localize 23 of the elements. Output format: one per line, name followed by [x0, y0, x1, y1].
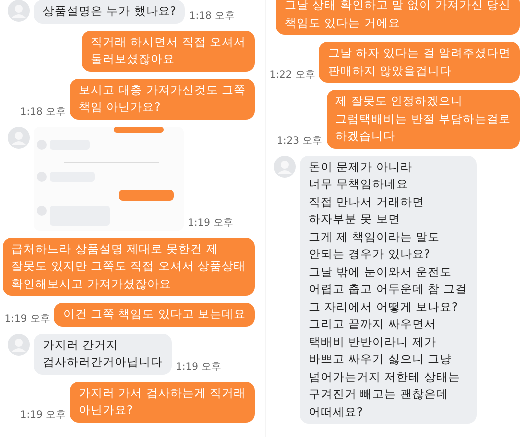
message-bubble: 직거래 하시면서 직접 오셔서 둘러보셨잖아요 — [82, 30, 255, 72]
avatar-icon — [274, 156, 296, 178]
message-bubble: 그날 하자 있다는 걸 알려주셨다면 판매하지 않았을겁니다 — [319, 42, 520, 83]
message-time: 1:19 오후 — [176, 360, 222, 374]
message-time: 1:22 오후 — [270, 69, 316, 83]
message-bubble: 보시고 대충 가져가신것도 그쪽 책임 아닌가요? — [70, 78, 255, 120]
message-time: 1:19 오후 — [188, 216, 234, 230]
message-bubble: 상품설명은 누가 했나요? — [34, 0, 186, 24]
message-bubble: 급처하느라 상품설명 제대로 못한건 제 잘못도 있지만 그쪽도 직접 오셔서 상품상태 확인해보시고 가져가셨잖아요 — [2, 238, 255, 296]
avatar-icon — [8, 334, 30, 356]
message-bubble: 가지러 간거지 검사하러간거아닙니다 — [34, 334, 172, 374]
message-bubble: 가지러 가서 검사하는게 직거래 아닌가요? — [70, 382, 255, 422]
message-time: 1:18 오후 — [189, 10, 236, 24]
message-bubble: 이건 그쪽 책임도 있다고 보는데요 — [54, 303, 255, 326]
message-time: 1:19 오후 — [20, 408, 66, 422]
message-time: 1:23 오후 — [277, 134, 323, 148]
message-time: 1:18 오후 — [20, 106, 66, 120]
message-time: 1:19 오후 — [4, 312, 50, 326]
message-bubble: 그날 상태 확인하고 말 없이 가져가신 당신 책임도 있다는 거에요 — [276, 0, 520, 35]
message-bubble: 돈이 문제가 아니라 너무 무책임하네요 직접 만나서 거래하면 하자부분 못 보면 그게 제 책임이라는 말도 안되는 경우가 있나요? 그날 밖에 눈이와서 운전도 어렵고 춥고 어두운데 참 그걸 그 자리에서 어떻게 보나요? 그리고 끝까지 싸우면서 택배비 반반이라니 제가 바쁘고 싸우기 싫으니 그냥 넘어가는거지 저한테 상태는 구겨진거 빼고는 괜찮은데 어떠세요? — [300, 156, 477, 424]
avatar-icon — [8, 126, 30, 148]
message-bubble: 제 잘못도 인정하겠으니 그럼택배비는 반절 부담하는걸로 하겠습니다 — [326, 90, 520, 148]
avatar-icon — [8, 0, 30, 22]
